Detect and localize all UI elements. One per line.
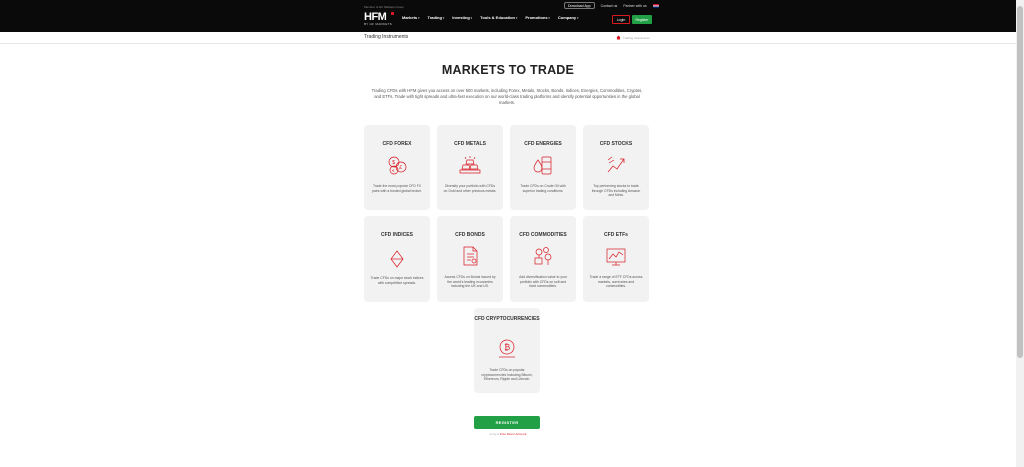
main-nav: Markets Trading Investing Tools & Educat… — [402, 15, 579, 20]
card-title: CFD BONDS — [455, 232, 485, 238]
card-description: Trade the most popular CFD FX pairs with… — [372, 184, 422, 193]
utility-links: Download App Contact us Partner with us — [564, 2, 659, 9]
nav-tools-education[interactable]: Tools & Education — [480, 15, 517, 20]
svg-text:$: $ — [392, 160, 395, 166]
demo-prefix: or try a — [489, 432, 499, 436]
card-description: Trade CFDs on Crude Oil with superior tr… — [520, 184, 566, 193]
card-cfd-forex[interactable]: CFD FOREX $ £ € Trade the most popular C… — [364, 125, 430, 210]
download-app-button[interactable]: Download App — [564, 2, 595, 9]
card-title: CFD CRYPTOCURRENCIES — [474, 316, 540, 322]
nav-trading[interactable]: Trading — [427, 15, 444, 20]
card-description: Trade CFDs on major stock indices with c… — [370, 276, 424, 285]
nav-company[interactable]: Company — [558, 15, 579, 20]
nav-promotions[interactable]: Promotions — [525, 15, 550, 20]
contact-link[interactable]: Contact us — [601, 4, 618, 8]
card-title: CFD STOCKS — [599, 141, 633, 147]
card-description: Diversify your portfolio with CFDs on Go… — [443, 184, 497, 193]
breadcrumb: Trading Instruments — [616, 35, 650, 40]
svg-text:₿: ₿ — [504, 343, 510, 352]
commodities-icon — [534, 247, 552, 265]
card-cfd-stocks[interactable]: CFD STOCKS Top performing stocks to trad… — [583, 125, 649, 210]
logo-tagline: Member of HF Markets Group — [364, 5, 404, 9]
demo-account-link[interactable]: Free Demo Account — [500, 432, 527, 436]
card-cfd-bonds[interactable]: CFD BONDS Access CFDs on Bonds issued by… — [437, 216, 503, 302]
card-cfd-commodities[interactable]: CFD COMMODITIES Add diversification valu… — [510, 216, 576, 302]
login-button[interactable]: Login — [612, 15, 630, 24]
scrollbar-thumb[interactable] — [1017, 6, 1023, 358]
page-scrollbar[interactable] — [1016, 0, 1024, 467]
home-icon[interactable] — [616, 35, 621, 40]
oil-barrel-icon — [533, 156, 552, 175]
card-cfd-cryptocurrencies[interactable]: CFD CRYPTOCURRENCIES ₿ Trade CFDs on pop… — [474, 308, 540, 393]
card-title: CFD ENERGIES — [524, 141, 562, 147]
uk-flag-icon[interactable] — [652, 3, 659, 8]
page-title: MARKETS TO TRADE — [441, 63, 575, 77]
register-button[interactable]: REGISTER — [474, 416, 540, 429]
logo-red-mark — [391, 12, 394, 15]
stocks-chart-icon — [607, 156, 625, 173]
card-cfd-etfs[interactable]: CFD ETFs Trade a range of ETF CFDs acros… — [583, 216, 649, 302]
card-title: CFD ETFs — [604, 232, 628, 238]
bond-document-icon — [463, 246, 478, 266]
gold-bars-icon — [459, 156, 481, 174]
sub-header: Trading Instruments Trading Instruments — [0, 32, 1016, 44]
card-cfd-energies[interactable]: CFD ENERGIES Trade CFDs on Crude Oil wit… — [510, 125, 576, 210]
card-title: CFD COMMODITIES — [519, 232, 567, 238]
card-title: CFD FOREX — [382, 141, 412, 147]
etf-chart-icon — [606, 248, 626, 266]
section-title: Trading Instruments — [364, 34, 409, 40]
register-top-button[interactable]: Register — [632, 15, 652, 24]
demo-account-line: or try a Free Demo Account — [0, 432, 1016, 436]
bitcoin-icon: ₿ — [499, 339, 515, 358]
indices-diamond-icon — [390, 250, 404, 268]
nav-markets[interactable]: Markets — [402, 15, 419, 20]
hfm-logo[interactable]: Member of HF Markets Group HFM BY HF MAR… — [364, 5, 404, 27]
intro-text: Trading CFDs with HFM gives you access o… — [371, 88, 643, 105]
card-title: CFD INDICES — [381, 232, 413, 238]
card-description: Trade a range of ETF CFDs across markets… — [589, 275, 643, 289]
svg-text:€: € — [392, 168, 395, 173]
top-header: Member of HF Markets Group HFM BY HF MAR… — [0, 0, 1016, 32]
card-description: Top performing stocks to trade through C… — [591, 184, 641, 198]
card-cfd-indices[interactable]: CFD INDICES Trade CFDs on major stock in… — [364, 216, 430, 302]
breadcrumb-current: Trading Instruments — [623, 35, 650, 40]
logo-subtext: BY HF MARKETS — [364, 22, 393, 26]
partner-link[interactable]: Partner with us — [623, 4, 646, 8]
nav-investing[interactable]: Investing — [452, 15, 472, 20]
card-description: Access CFDs on Bonds issued by the world… — [444, 275, 496, 289]
card-cfd-metals[interactable]: CFD METALS Diversify your portfolio with… — [437, 125, 503, 210]
card-title: CFD METALS — [454, 141, 486, 147]
card-description: Trade CFDs on popular cryptocurrencies i… — [481, 368, 533, 382]
currency-coins-icon: $ £ € — [388, 156, 407, 175]
card-description: Add diversification value to your portfo… — [519, 275, 567, 289]
svg-text:£: £ — [399, 165, 402, 171]
